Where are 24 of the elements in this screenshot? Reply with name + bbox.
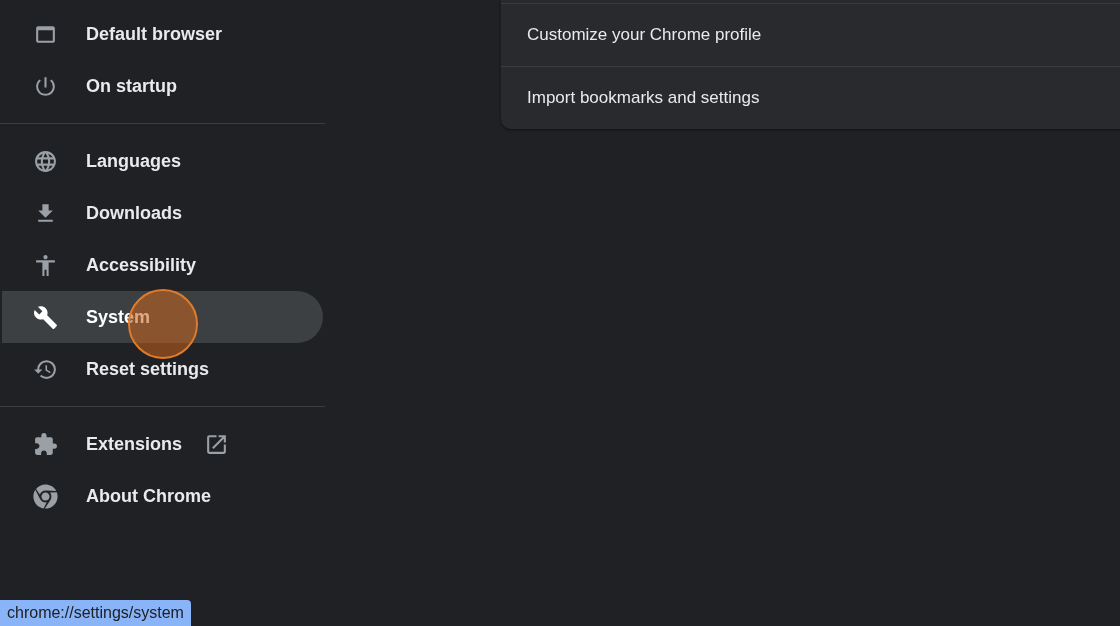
sidebar-item[interactable]: Extensions	[2, 418, 323, 470]
sidebar-item[interactable]: About Chrome	[2, 470, 323, 522]
accessibility-icon	[33, 252, 58, 278]
sidebar-item[interactable]: Default browser	[2, 8, 323, 60]
sidebar-label: Reset settings	[86, 357, 210, 381]
sidebar-label: On startup	[86, 74, 177, 98]
settings-row[interactable]: Import bookmarks and settings	[501, 66, 1120, 129]
wrench-icon	[33, 304, 58, 330]
status-url: chrome://settings/system	[0, 600, 191, 626]
sidebar-label: Downloads	[86, 201, 182, 225]
sidebar-label: Extensions	[86, 432, 183, 456]
sidebar-label: Accessibility	[86, 253, 197, 277]
sidebar-label: Default browser	[86, 22, 223, 46]
sidebar-label: About Chrome	[86, 484, 211, 508]
sidebar-label: Languages	[86, 149, 182, 173]
browser-logo-icon	[33, 483, 58, 509]
sidebar-item[interactable]: Accessibility	[2, 239, 323, 291]
puzzle-icon	[33, 431, 58, 457]
globe-icon	[33, 148, 58, 174]
sidebar-item[interactable]: Downloads	[2, 187, 323, 239]
sidebar-item[interactable]: Reset settings	[2, 343, 323, 395]
settings-row[interactable]: Customize your Chrome profile	[501, 3, 1120, 66]
sidebar-item[interactable]: Languages	[2, 135, 323, 187]
sidebar-item[interactable]: On startup	[2, 60, 323, 112]
